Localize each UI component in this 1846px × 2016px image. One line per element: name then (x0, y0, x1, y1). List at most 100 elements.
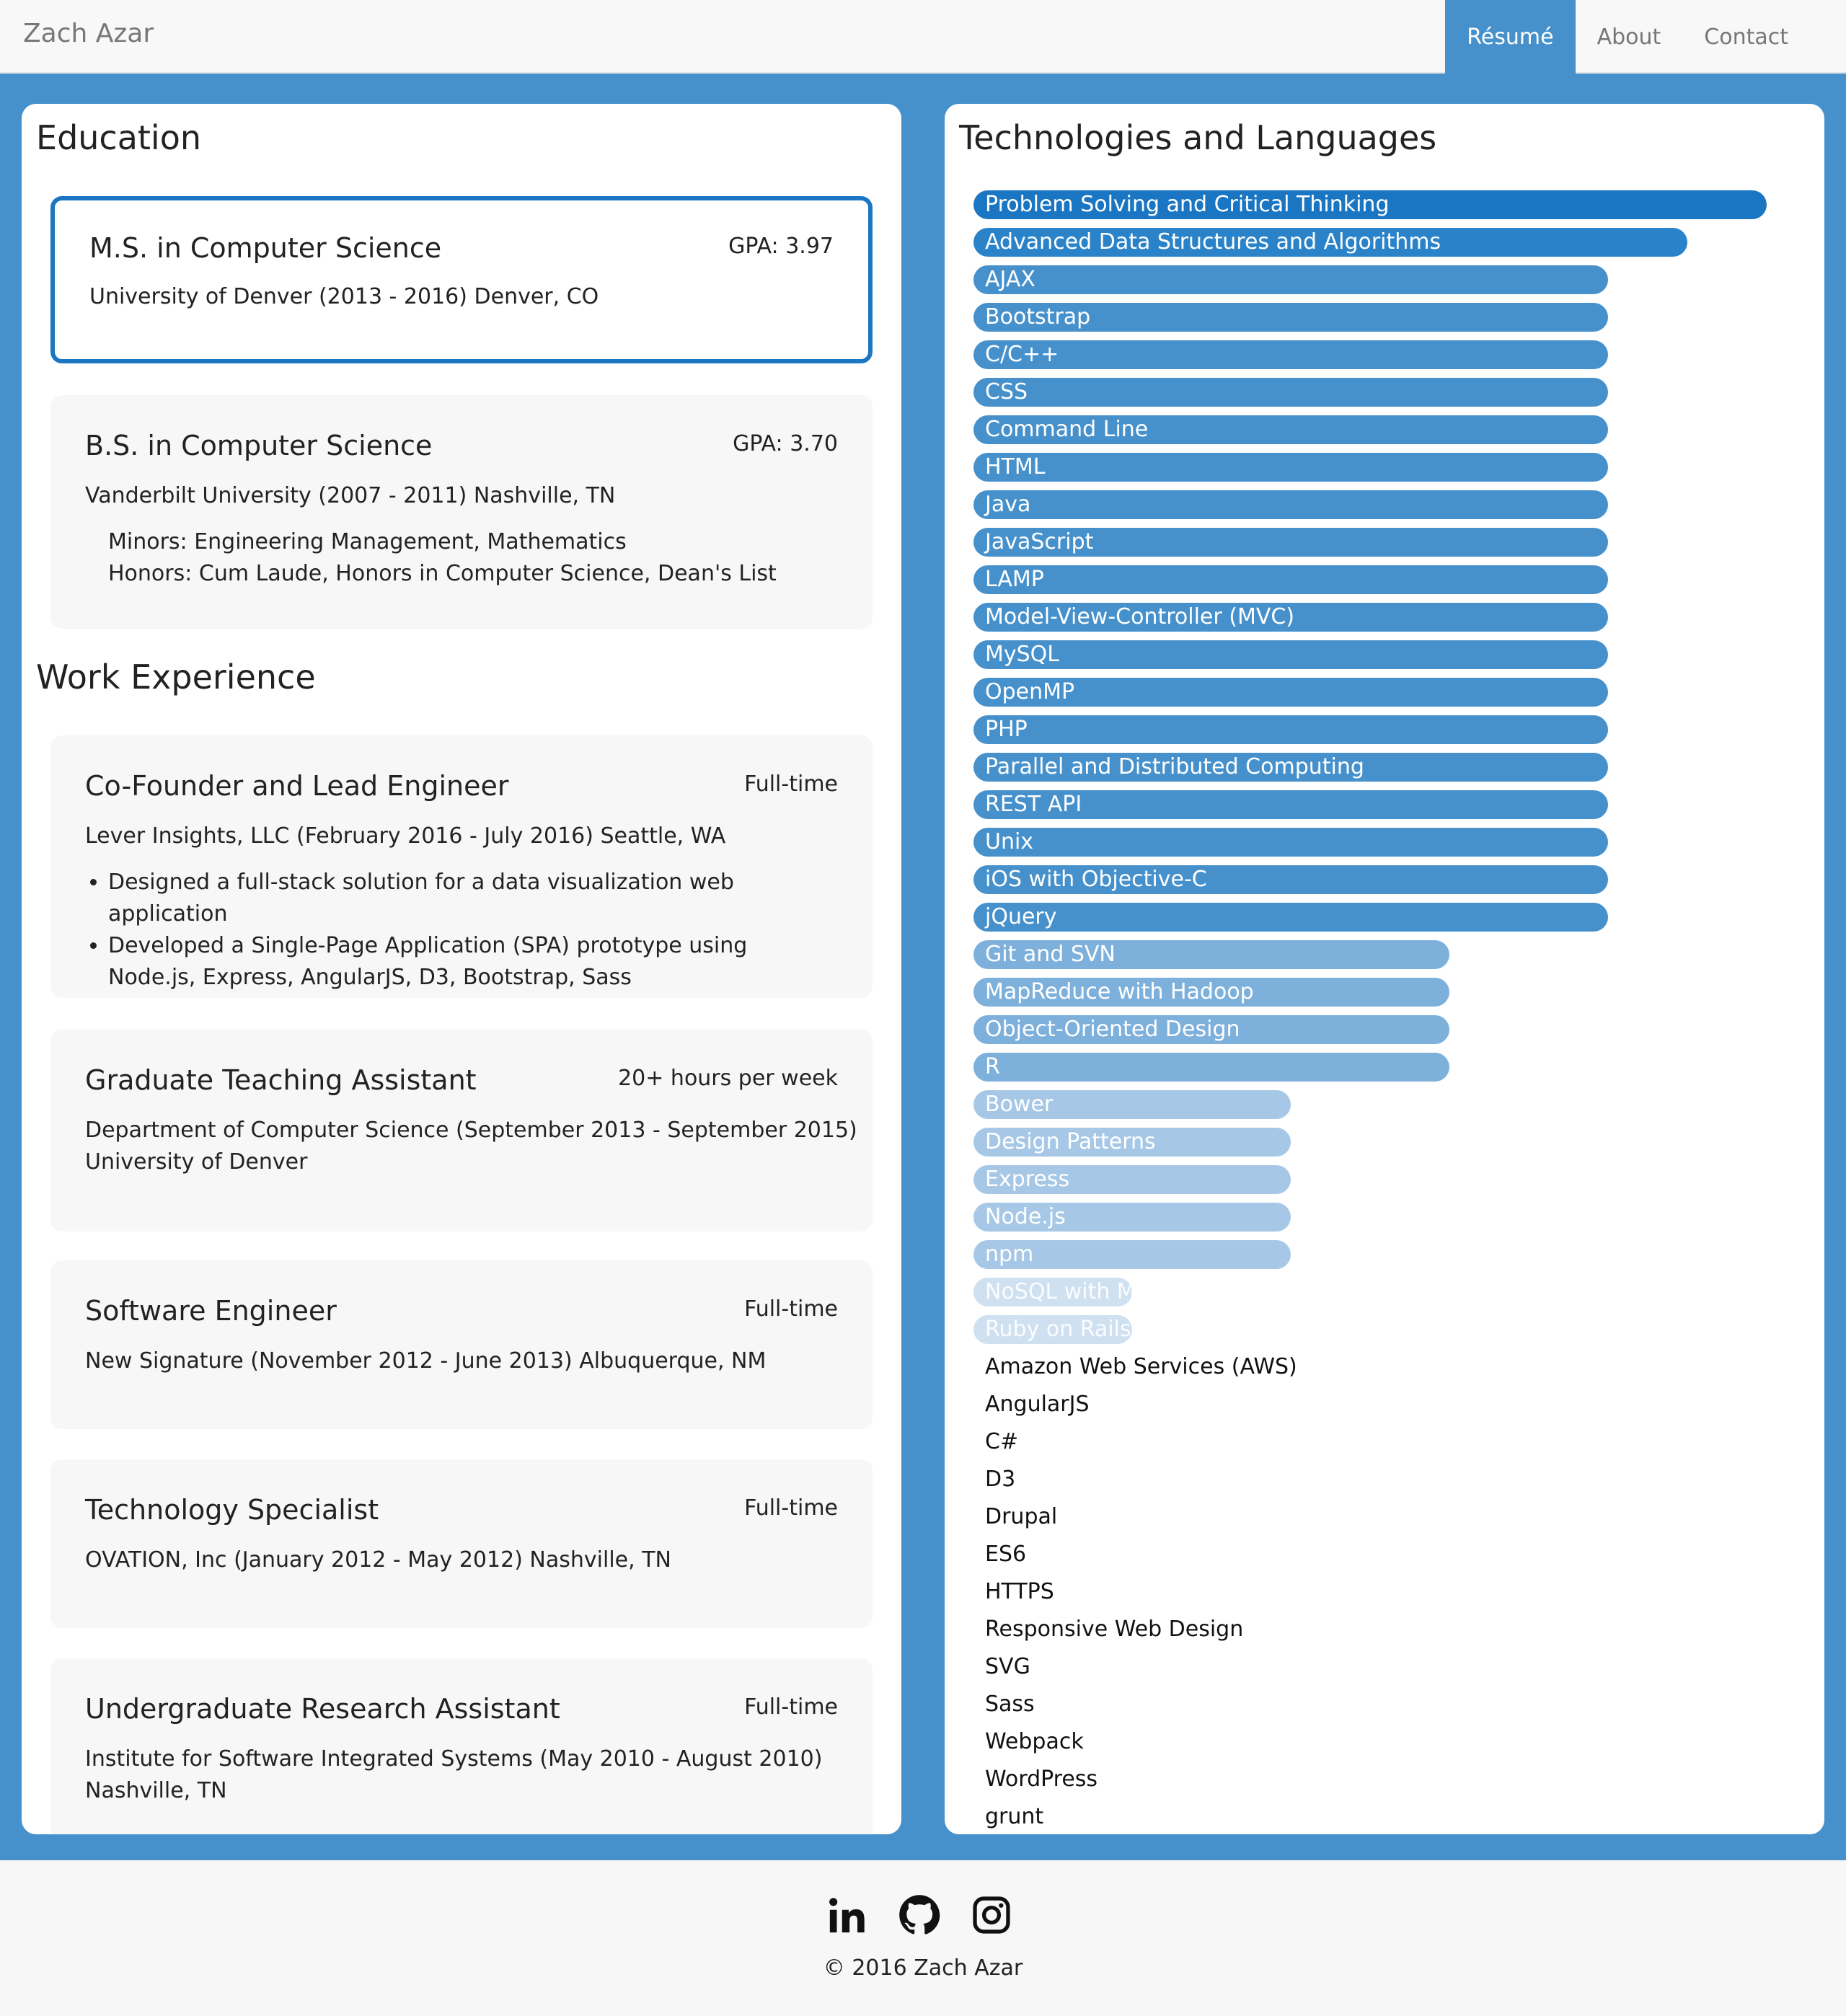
skill-label: C# (985, 1429, 1019, 1454)
skill-label: Webpack (985, 1729, 1084, 1754)
work-card: Software Engineer Full-time New Signatur… (50, 1260, 873, 1429)
skill-item: Java (973, 483, 1796, 521)
copyright-text: © 2016 Zach Azar (823, 1955, 1023, 1981)
skill-label: REST API (985, 792, 1082, 817)
nav-about-link[interactable]: About (1576, 0, 1683, 74)
skill-item: Unix (973, 821, 1796, 858)
education-card-ms: M.S. in Computer Science GPA: 3.97 Unive… (50, 196, 873, 363)
skill-label: npm (985, 1242, 1034, 1267)
skill-label: grunt (985, 1804, 1044, 1829)
instagram-icon[interactable] (970, 1893, 1013, 1937)
skill-bar: AJAX (973, 265, 1608, 294)
skill-item: Webpack (973, 1720, 1796, 1758)
skill-label: Unix (985, 829, 1034, 854)
skill-bar: Model-View-Controller (MVC) (973, 603, 1608, 632)
list-item: Developed a Single-Page Application (SPA… (108, 930, 829, 994)
skill-label: Object-Oriented Design (985, 1017, 1240, 1042)
skill-item: MySQL (973, 633, 1796, 671)
skill-bar: PHP (973, 715, 1608, 744)
skill-bar: Ruby on Rails (973, 1315, 1132, 1344)
org-line-2: University of Denver (85, 1149, 308, 1175)
skill-item: Object-Oriented Design (973, 1008, 1796, 1045)
skill-bar: Design Patterns (973, 1128, 1291, 1157)
employment-type: 20+ hours per week (618, 1066, 838, 1091)
skill-item: PHP (973, 708, 1796, 746)
skill-bar: JavaScript (973, 528, 1608, 557)
skill-item: SVG (973, 1645, 1796, 1683)
skill-item: npm (973, 1233, 1796, 1270)
skill-bar: Unix (973, 828, 1608, 857)
org-line: OVATION, Inc (January 2012 - May 2012) N… (85, 1547, 671, 1573)
skill-label: D3 (985, 1467, 1016, 1492)
navbar: Zach Azar Résumé About Contact (0, 0, 1846, 74)
nav-menu: Résumé About Contact (1445, 0, 1810, 74)
github-icon[interactable] (898, 1893, 941, 1937)
skill-item: Node.js (973, 1195, 1796, 1233)
skill-item: OpenMP (973, 671, 1796, 708)
role-title: Software Engineer (85, 1295, 337, 1327)
linkedin-icon[interactable] (826, 1893, 869, 1937)
skill-item: Drupal (973, 1495, 1796, 1533)
skill-bar: Command Line (973, 415, 1608, 444)
honors-line: Honors: Cum Laude, Honors in Computer Sc… (108, 561, 777, 586)
skill-item: Sass (973, 1683, 1796, 1720)
nav-resume-link[interactable]: Résumé (1445, 0, 1576, 74)
education-heading: Education (36, 118, 202, 157)
skill-item: Model-View-Controller (MVC) (973, 596, 1796, 633)
nav-contact-link[interactable]: Contact (1682, 0, 1810, 74)
skill-label: NoSQL with MongoDB (985, 1279, 1132, 1304)
skill-item: WordPress (973, 1758, 1796, 1795)
skill-label: Bower (985, 1092, 1054, 1117)
degree-title: B.S. in Computer Science (85, 430, 433, 461)
skill-item: Parallel and Distributed Computing (973, 746, 1796, 783)
skill-bar: Parallel and Distributed Computing (973, 753, 1608, 782)
skill-bar: Node.js (973, 1203, 1291, 1232)
skill-label: Sass (985, 1692, 1035, 1717)
work-card: Graduate Teaching Assistant 20+ hours pe… (50, 1030, 873, 1232)
skill-label: Drupal (985, 1504, 1058, 1529)
skill-bar: npm (973, 1240, 1291, 1269)
minors-line: Minors: Engineering Management, Mathemat… (108, 529, 627, 554)
skill-label: Java (985, 492, 1031, 517)
skill-item: ES6 (973, 1533, 1796, 1570)
employment-type: Full-time (744, 1296, 838, 1322)
skill-label: jQuery (985, 904, 1057, 929)
skill-bar: Bower (973, 1090, 1291, 1119)
skill-item: NoSQL with MongoDB (973, 1270, 1796, 1308)
skill-bar: CSS (973, 378, 1608, 407)
skill-item: Bower (973, 1083, 1796, 1120)
skill-label: WordPress (985, 1767, 1098, 1792)
skill-bar: Object-Oriented Design (973, 1015, 1449, 1044)
skill-bar: Advanced Data Structures and Algorithms (973, 228, 1687, 257)
skill-bar: MapReduce with Hadoop (973, 978, 1449, 1007)
skill-label: HTML (985, 454, 1046, 479)
skill-label: MapReduce with Hadoop (985, 979, 1254, 1004)
brand-name[interactable]: Zach Azar (23, 19, 154, 48)
skill-label: JavaScript (985, 529, 1094, 554)
skill-item: C# (973, 1420, 1796, 1458)
skill-item: AngularJS (973, 1383, 1796, 1420)
skill-label: Node.js (985, 1204, 1066, 1229)
skill-label: Command Line (985, 417, 1149, 442)
right-panel: Technologies and Languages Problem Solvi… (945, 104, 1824, 1834)
employment-type: Full-time (744, 1694, 838, 1720)
school-line: University of Denver (2013 - 2016) Denve… (89, 284, 599, 309)
education-card-bs: B.S. in Computer Science GPA: 3.70 Vande… (50, 395, 873, 629)
skill-item: AJAX (973, 258, 1796, 296)
work-card: Undergraduate Research Assistant Full-ti… (50, 1658, 873, 1834)
skill-bar: Java (973, 490, 1608, 519)
skill-item: D3 (973, 1458, 1796, 1495)
role-title: Undergraduate Research Assistant (85, 1693, 560, 1725)
skill-item: jQuery (973, 896, 1796, 933)
skill-label: Problem Solving and Critical Thinking (985, 192, 1390, 217)
skill-bar: Express (973, 1165, 1291, 1194)
skill-label: Advanced Data Structures and Algorithms (985, 229, 1441, 255)
skill-label: AngularJS (985, 1392, 1090, 1417)
skill-label: ES6 (985, 1542, 1027, 1567)
gpa-label: GPA: 3.97 (728, 234, 834, 259)
skill-bar: R (973, 1053, 1449, 1082)
skill-item: Express (973, 1158, 1796, 1195)
work-card: Technology Specialist Full-time OVATION,… (50, 1459, 873, 1628)
skill-bar: OpenMP (973, 678, 1608, 707)
skill-label: Parallel and Distributed Computing (985, 754, 1364, 779)
